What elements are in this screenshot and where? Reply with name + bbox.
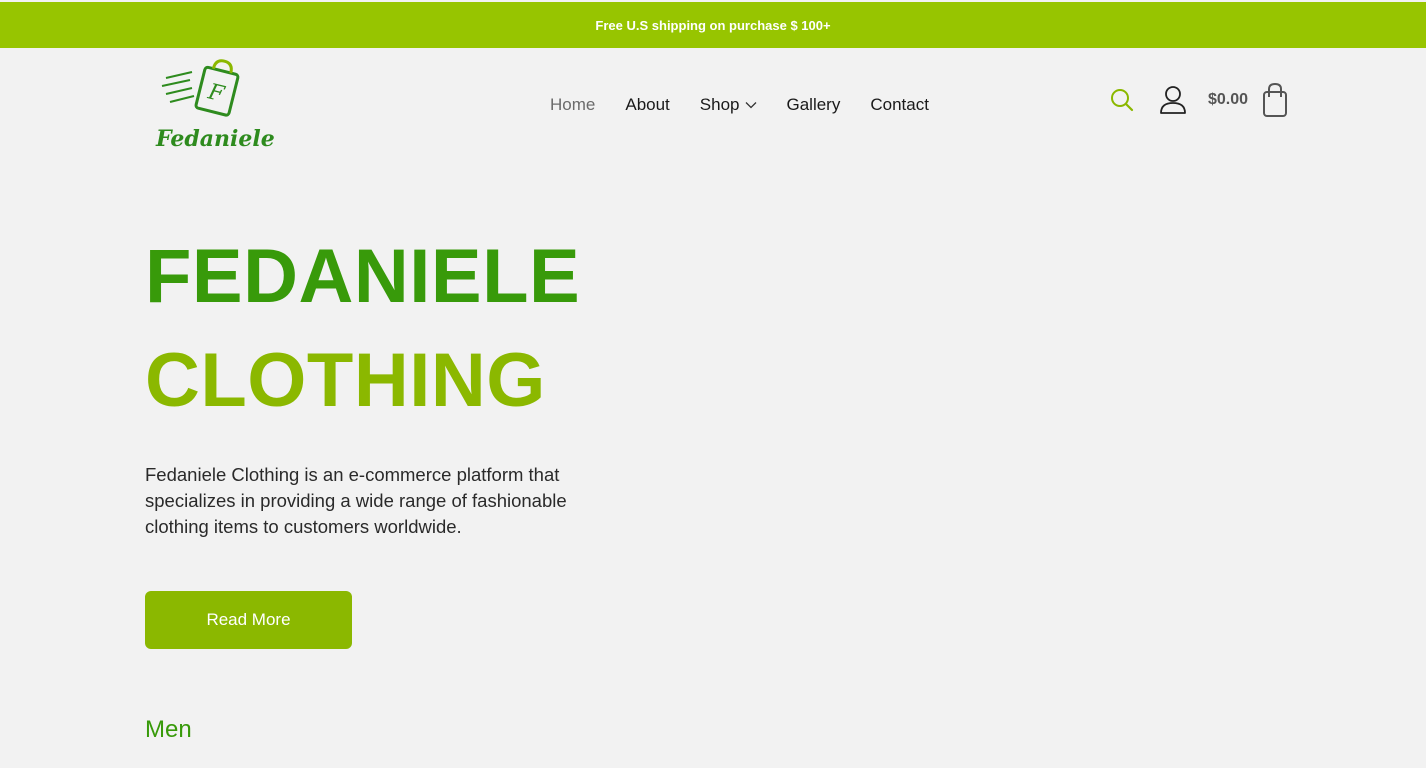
nav-item-home[interactable]: Home (550, 95, 595, 115)
nav-item-label: Contact (870, 95, 929, 114)
announcement-bar: Free U.S shipping on purchase $ 100+ (0, 2, 1426, 48)
shopping-bag-icon[interactable] (1260, 82, 1290, 118)
svg-text:F: F (205, 79, 228, 107)
nav-item-gallery[interactable]: Gallery (787, 95, 841, 115)
site-logo[interactable]: F Fedaniele (150, 56, 275, 156)
search-icon[interactable] (1108, 86, 1136, 114)
nav-item-label: Gallery (786, 95, 841, 114)
logo-wordmark: Fedaniele (156, 126, 275, 152)
nav-item-label: Shop (699, 95, 740, 114)
nav-item-label: About (625, 95, 670, 114)
read-more-button[interactable]: Read More (145, 591, 352, 649)
nav-item-contact[interactable]: Contact (870, 95, 929, 115)
announcement-text: Free U.S shipping on purchase $ 100+ (595, 17, 831, 33)
hero-title-line-1: FEDANIELE (145, 234, 581, 319)
nav-item-about[interactable]: About (625, 95, 669, 115)
hero-description: Fedaniele Clothing is an e-commerce plat… (145, 464, 567, 537)
logo-bag-icon: F (161, 59, 240, 117)
nav-item-label: Home (550, 95, 596, 114)
cart-total[interactable]: $0.00 (1208, 91, 1248, 109)
main-navigation: Home About Shop Gallery Contact (550, 92, 959, 118)
chevron-down-icon (745, 101, 757, 109)
men-section-label: Men (145, 716, 192, 743)
header-actions: $0.00 (1108, 80, 1290, 120)
hero-title-line-2: CLOTHING (145, 338, 546, 423)
user-icon[interactable] (1158, 85, 1188, 115)
nav-item-shop[interactable]: Shop (700, 95, 757, 115)
